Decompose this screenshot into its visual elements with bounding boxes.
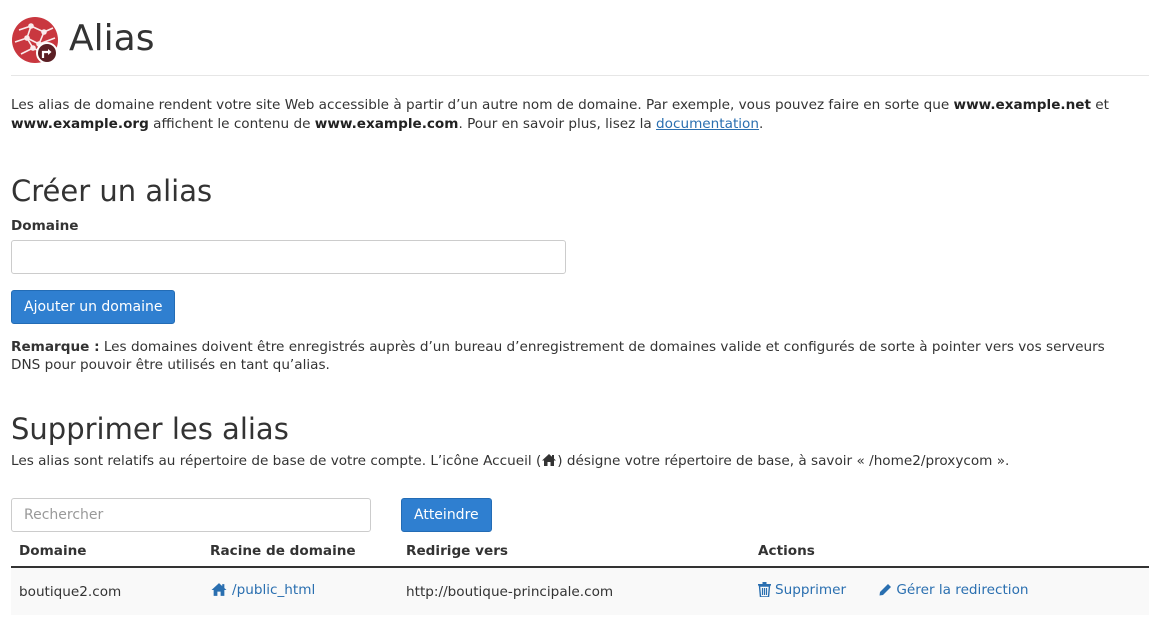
docroot-label: /public_html [232,581,316,598]
cell-docroot: /public_html [202,567,398,615]
page-header: Alias [11,0,1149,76]
search-input[interactable] [11,498,371,532]
page: Alias Les alias de domaine rendent votre… [0,0,1149,615]
delete-desc-2: ) désigne votre répertoire de base, à sa… [557,453,1010,469]
remark-text: Les domaines doivent être enregistrés au… [11,339,1105,373]
domain-label: Domaine [11,218,79,234]
remark-note: Remarque : Les domaines doivent être enr… [11,338,1131,374]
delete-description: Les alias sont relatifs au répertoire de… [11,452,1149,470]
docroot-link[interactable]: /public_html [210,582,315,598]
example-net: www.example.net [953,97,1091,113]
domain-input[interactable] [11,240,566,274]
manage-label: Gérer la redirection [896,582,1029,599]
cell-actions: Supprimer Gérer la redirection [750,567,1149,615]
trash-icon [758,582,771,598]
column-header-redirect[interactable]: Redirige vers [398,535,750,568]
intro-text-1: Les alias de domaine rendent votre site … [11,97,954,113]
intro-text-4: . Pour en savoir plus, lisez la [458,116,657,132]
column-header-domain[interactable]: Domaine [11,535,202,568]
example-org: www.example.org [11,116,149,132]
page-title: Alias [69,18,155,59]
delete-desc-1: Les alias sont relatifs au répertoire de… [11,453,542,469]
example-com: www.example.com [314,116,459,132]
remark-label: Remarque : [11,339,100,355]
delete-alias-heading: Supprimer les alias [11,412,289,446]
intro-text-3: affichent le contenu de [148,116,315,132]
go-button[interactable]: Atteindre [401,498,492,532]
add-domain-button[interactable]: Ajouter un domaine [11,290,176,324]
column-header-actions: Actions [750,535,1149,568]
column-header-docroot[interactable]: Racine de domaine [202,535,398,568]
intro-text: Les alias de domaine rendent votre site … [11,96,1121,134]
create-alias-heading: Créer un alias [11,174,213,208]
home-icon [542,454,557,466]
manage-redirect-button[interactable]: Gérer la redirection [878,582,1029,599]
delete-label: Supprimer [775,581,847,598]
pencil-icon [879,584,892,596]
cell-domain: boutique2.com [11,567,202,615]
table-header-row: Domaine Racine de domaine Redirige vers … [11,535,1149,568]
alias-table: Domaine Racine de domaine Redirige vers … [11,535,1149,615]
globe-redirect-icon [12,16,58,64]
search-row: Atteindre [11,498,1149,532]
table-row: boutique2.com /public_html http://boutiq… [11,567,1149,615]
home-icon [211,583,227,597]
cell-redirect: http://boutique-principale.com [398,567,750,615]
intro-text-5: . [759,116,764,132]
documentation-link[interactable]: documentation [656,116,759,132]
intro-text-2: et [1090,97,1109,113]
delete-alias-button[interactable]: Supprimer [758,582,846,598]
